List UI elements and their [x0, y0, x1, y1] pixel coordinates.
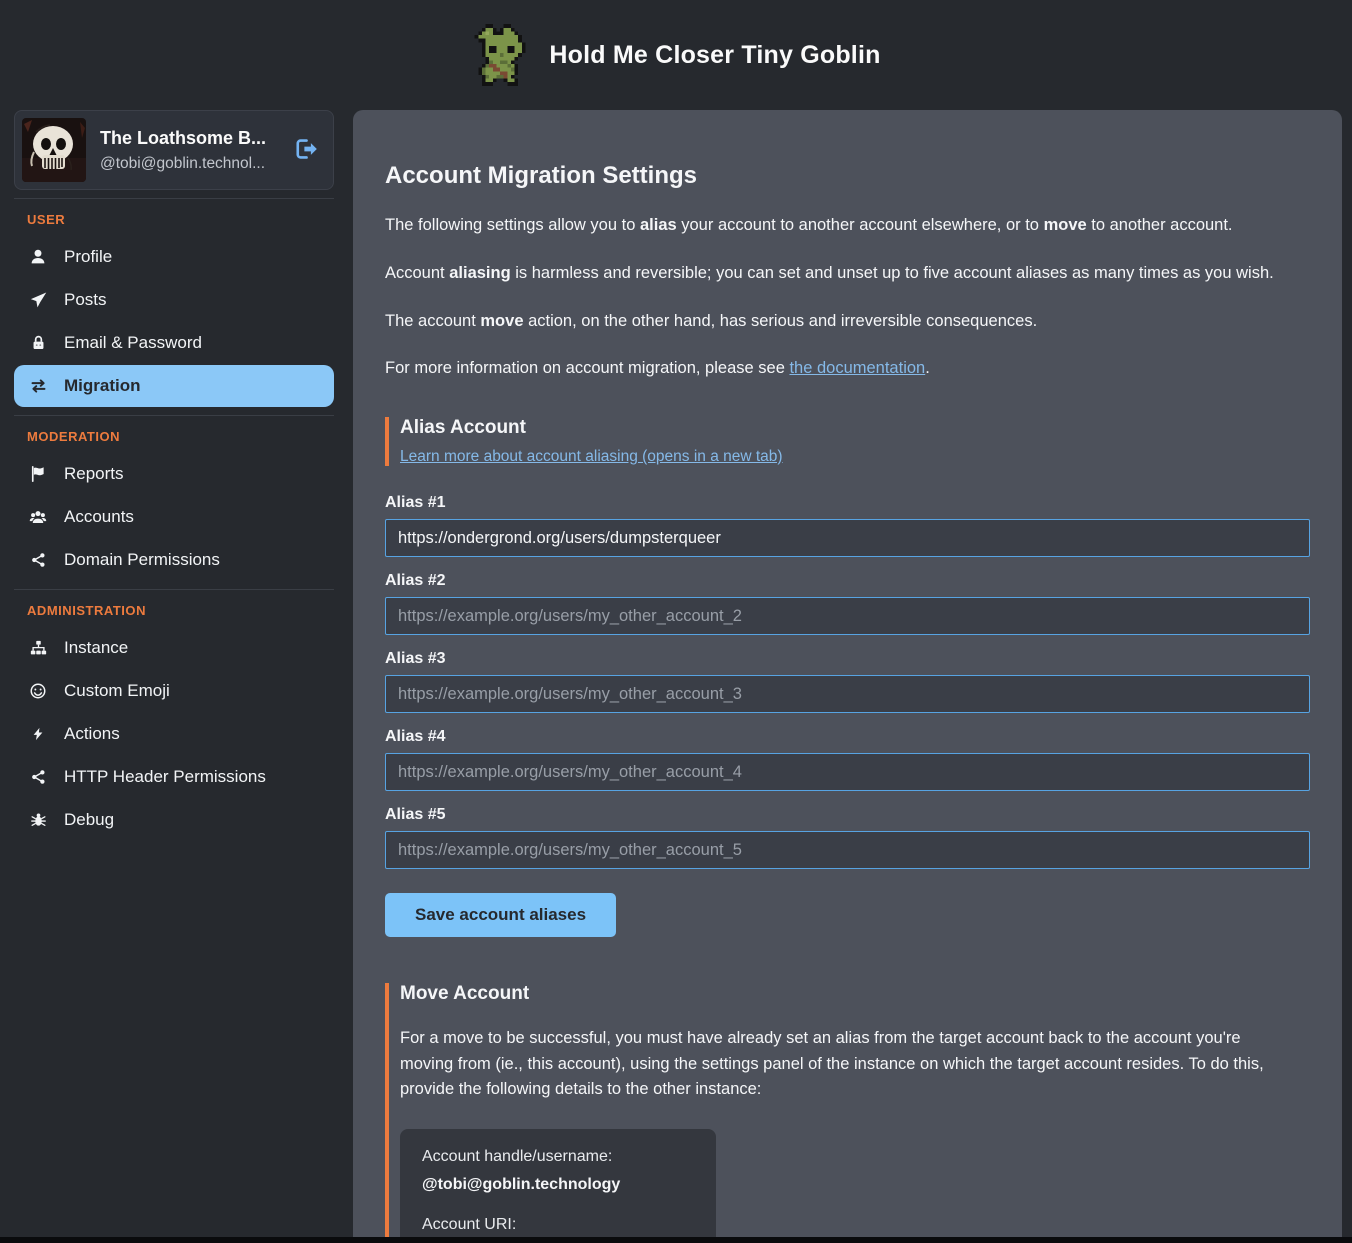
alias-3-label: Alias #3 [385, 650, 1310, 668]
main-panel: Account Migration Settings The following… [353, 110, 1342, 1237]
share-nodes-icon [27, 768, 49, 786]
user-meta: The Loathsome B... @tobi@goblin.technol.… [100, 128, 266, 173]
sidebar-section-administration: ADMINISTRATION Instance Custom Emoji Act… [14, 589, 334, 841]
intro-paragraph: Account aliasing is harmless and reversi… [385, 261, 1310, 286]
smiley-icon [27, 682, 49, 700]
sidebar-item-profile[interactable]: Profile [14, 236, 334, 278]
sidebar-item-label: Instance [64, 638, 128, 658]
sidebar-item-label: Domain Permissions [64, 550, 220, 570]
alias-5-input[interactable] [385, 831, 1310, 869]
instance-title: Hold Me Closer Tiny Goblin [549, 41, 880, 70]
sidebar-item-posts[interactable]: Posts [14, 279, 334, 321]
sidebar-item-instance[interactable]: Instance [14, 627, 334, 669]
sidebar: The Loathsome B... @tobi@goblin.technol.… [14, 110, 334, 842]
page: Hold Me Closer Tiny Goblin [0, 0, 1352, 1237]
user-icon [27, 248, 49, 266]
bug-icon [27, 811, 49, 829]
sidebar-item-custom-emoji[interactable]: Custom Emoji [14, 670, 334, 712]
sidebar-item-label: Reports [64, 464, 124, 484]
sidebar-item-label: Actions [64, 724, 120, 744]
sign-out-button[interactable] [293, 136, 319, 165]
alias-4-input[interactable] [385, 753, 1310, 791]
sidebar-item-label: Accounts [64, 507, 134, 527]
alias-1-label: Alias #1 [385, 494, 1310, 512]
move-account-section: Move Account For a move to be successful… [385, 983, 1310, 1237]
move-account-heading: Move Account [400, 983, 1310, 1005]
sidebar-item-actions[interactable]: Actions [14, 713, 334, 755]
intro-paragraph: The account move action, on the other ha… [385, 309, 1310, 334]
save-aliases-button[interactable]: Save account aliases [385, 893, 616, 937]
sidebar-item-reports[interactable]: Reports [14, 453, 334, 495]
alias-2-label: Alias #2 [385, 572, 1310, 590]
lock-icon [27, 334, 49, 352]
goblin-logo-icon [471, 17, 529, 93]
sidebar-item-label: Posts [64, 290, 107, 310]
sidebar-item-domain-permissions[interactable]: Domain Permissions [14, 539, 334, 581]
sitemap-icon [27, 639, 49, 657]
migration-arrows-icon [27, 377, 49, 395]
section-label: ADMINISTRATION [14, 603, 334, 618]
sidebar-section-moderation: MODERATION Reports Accounts Domain Permi… [14, 415, 334, 581]
user-card: The Loathsome B... @tobi@goblin.technol.… [14, 110, 334, 190]
sidebar-item-label: Migration [64, 376, 141, 396]
user-handle: @tobi@goblin.technol... [100, 155, 266, 173]
share-nodes-icon [27, 551, 49, 569]
alias-1-input[interactable] [385, 519, 1310, 557]
sidebar-item-label: Custom Emoji [64, 681, 170, 701]
sidebar-item-label: Debug [64, 810, 114, 830]
page-title: Account Migration Settings [385, 162, 1310, 190]
sidebar-item-label: Profile [64, 247, 112, 267]
users-icon [27, 508, 49, 526]
account-uri-label: Account URI: [422, 1216, 694, 1234]
sidebar-item-http-header-permissions[interactable]: HTTP Header Permissions [14, 756, 334, 798]
intro-paragraph: The following settings allow you to alia… [385, 213, 1310, 238]
account-handle-label: Account handle/username: [422, 1148, 694, 1166]
sidebar-item-label: HTTP Header Permissions [64, 767, 266, 787]
alias-4-label: Alias #4 [385, 728, 1310, 746]
bolt-icon [27, 725, 49, 743]
section-label: MODERATION [14, 429, 334, 444]
alias-5-label: Alias #5 [385, 806, 1310, 824]
sidebar-section-user: USER Profile Posts Email & Password [14, 198, 334, 407]
move-account-description: For a move to be successful, you must ha… [400, 1026, 1280, 1103]
account-details-box: Account handle/username: @tobi@goblin.te… [400, 1129, 716, 1237]
avatar [22, 118, 86, 182]
intro-paragraph: For more information on account migratio… [385, 356, 1310, 381]
flag-icon [27, 465, 49, 483]
documentation-link[interactable]: the documentation [789, 359, 925, 377]
account-handle-value: @tobi@goblin.technology [422, 1176, 694, 1194]
alias-3-input[interactable] [385, 675, 1310, 713]
sidebar-item-accounts[interactable]: Accounts [14, 496, 334, 538]
sidebar-item-debug[interactable]: Debug [14, 799, 334, 841]
section-label: USER [14, 212, 334, 227]
sidebar-item-label: Email & Password [64, 333, 202, 353]
sidebar-item-email-password[interactable]: Email & Password [14, 322, 334, 364]
paper-plane-icon [27, 291, 49, 309]
instance-header: Hold Me Closer Tiny Goblin [0, 0, 1352, 110]
sidebar-item-migration[interactable]: Migration [14, 365, 334, 407]
alias-learn-more-link[interactable]: Learn more about account aliasing (opens… [400, 448, 783, 466]
alias-2-input[interactable] [385, 597, 1310, 635]
alias-account-heading: Alias Account [400, 417, 1310, 439]
alias-form: Alias #1 Alias #2 Alias #3 Alias #4 Alia… [385, 494, 1310, 937]
user-name: The Loathsome B... [100, 128, 266, 149]
sign-out-icon [293, 136, 319, 165]
alias-account-section-header: Alias Account Learn more about account a… [385, 417, 1310, 466]
